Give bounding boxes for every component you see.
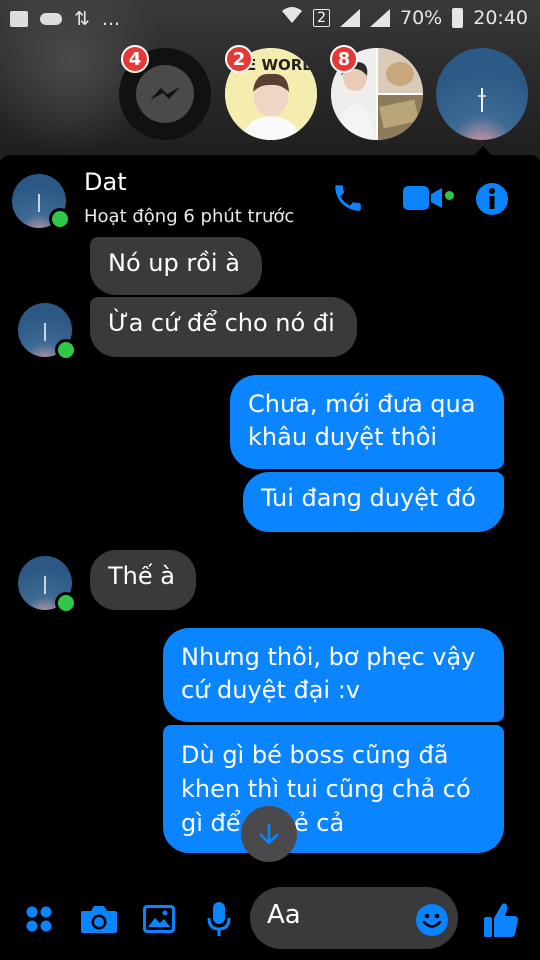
image-icon	[143, 905, 175, 933]
message-text: Nó up rồi à	[108, 249, 240, 277]
signal-icon-2	[370, 8, 390, 27]
cloud-icon	[40, 13, 62, 25]
microphone-icon	[207, 902, 231, 936]
status-bar: ⇅ ... 2 70% 20:40	[0, 0, 540, 36]
info-icon	[476, 183, 508, 215]
signal-icon	[340, 8, 360, 27]
rocket-avatar	[478, 88, 486, 112]
message-line: Chưa, mới đưa qua	[248, 390, 476, 418]
camera-button[interactable]	[80, 901, 118, 937]
info-button[interactable]	[474, 181, 510, 217]
more-notifications: ...	[101, 8, 121, 30]
voice-button[interactable]	[206, 900, 232, 938]
like-button[interactable]	[482, 900, 520, 940]
messenger-icon	[136, 65, 194, 123]
message-outgoing[interactable]: Dù gì bé boss cũng đã khen thì tui cũng …	[163, 725, 504, 853]
message-line: khâu duyệt thôi	[248, 423, 438, 451]
four-dots-icon	[26, 906, 52, 932]
message-incoming[interactable]: Nó up rồi à	[90, 237, 262, 295]
message-text: Ừa cứ để cho nó đi	[108, 309, 335, 337]
contact-name[interactable]: Dat	[84, 168, 127, 196]
emoji-button[interactable]	[414, 902, 450, 938]
active-status: Hoạt động 6 phút trước	[84, 206, 295, 227]
battery-icon	[452, 7, 464, 28]
more-actions-button[interactable]	[24, 904, 54, 934]
message-text: Thế à	[108, 562, 175, 590]
camera-icon	[81, 906, 117, 933]
thumbs-up-icon	[484, 903, 518, 937]
unread-badge-messenger: 4	[121, 45, 149, 73]
message-outgoing[interactable]: Nhưng thôi, bơ phẹc vậy cứ duyệt đại :v	[163, 628, 504, 722]
unread-badge-contact-2: 2	[225, 45, 253, 73]
message-line: cứ duyệt đại :v	[181, 676, 361, 704]
message-outgoing[interactable]: Tui đang duyệt đó	[243, 472, 504, 532]
data-transfer-icon: ⇅	[74, 8, 90, 30]
online-indicator	[49, 208, 71, 230]
sim-slot-indicator: 2	[313, 8, 330, 27]
message-line: khen thì tui cũng chả có	[181, 775, 471, 803]
online-indicator	[55, 339, 77, 361]
chat-head-contact-dat[interactable]	[436, 48, 528, 140]
gallery-button[interactable]	[142, 903, 176, 935]
online-indicator	[55, 592, 77, 614]
arrow-down-icon	[259, 823, 279, 845]
battery-percent: 70%	[400, 6, 443, 29]
clock: 20:40	[473, 6, 528, 29]
call-button[interactable]	[330, 180, 366, 216]
message-input-placeholder: Aa	[267, 900, 301, 930]
video-available-dot	[445, 191, 454, 200]
video-call-button[interactable]	[400, 182, 446, 214]
message-text: Tui đang duyệt đó	[261, 484, 476, 512]
message-incoming[interactable]: Ừa cứ để cho nó đi	[90, 297, 357, 357]
phone-icon	[335, 185, 361, 211]
message-outgoing[interactable]: Chưa, mới đưa qua khâu duyệt thôi	[230, 375, 504, 469]
scroll-to-bottom-button[interactable]	[241, 806, 297, 862]
message-line: gì để bẻ cả	[181, 809, 345, 837]
image-notification-icon	[10, 11, 28, 27]
message-line: Dù gì bé boss cũng đã	[181, 741, 449, 769]
message-line: Nhưng thôi, bơ phẹc vậy	[181, 643, 476, 671]
unread-badge-contact-3: 8	[330, 45, 358, 73]
wifi-icon	[281, 6, 303, 29]
message-incoming[interactable]: Thế à	[90, 550, 196, 610]
smiley-icon	[416, 904, 448, 936]
video-camera-icon	[403, 186, 442, 210]
